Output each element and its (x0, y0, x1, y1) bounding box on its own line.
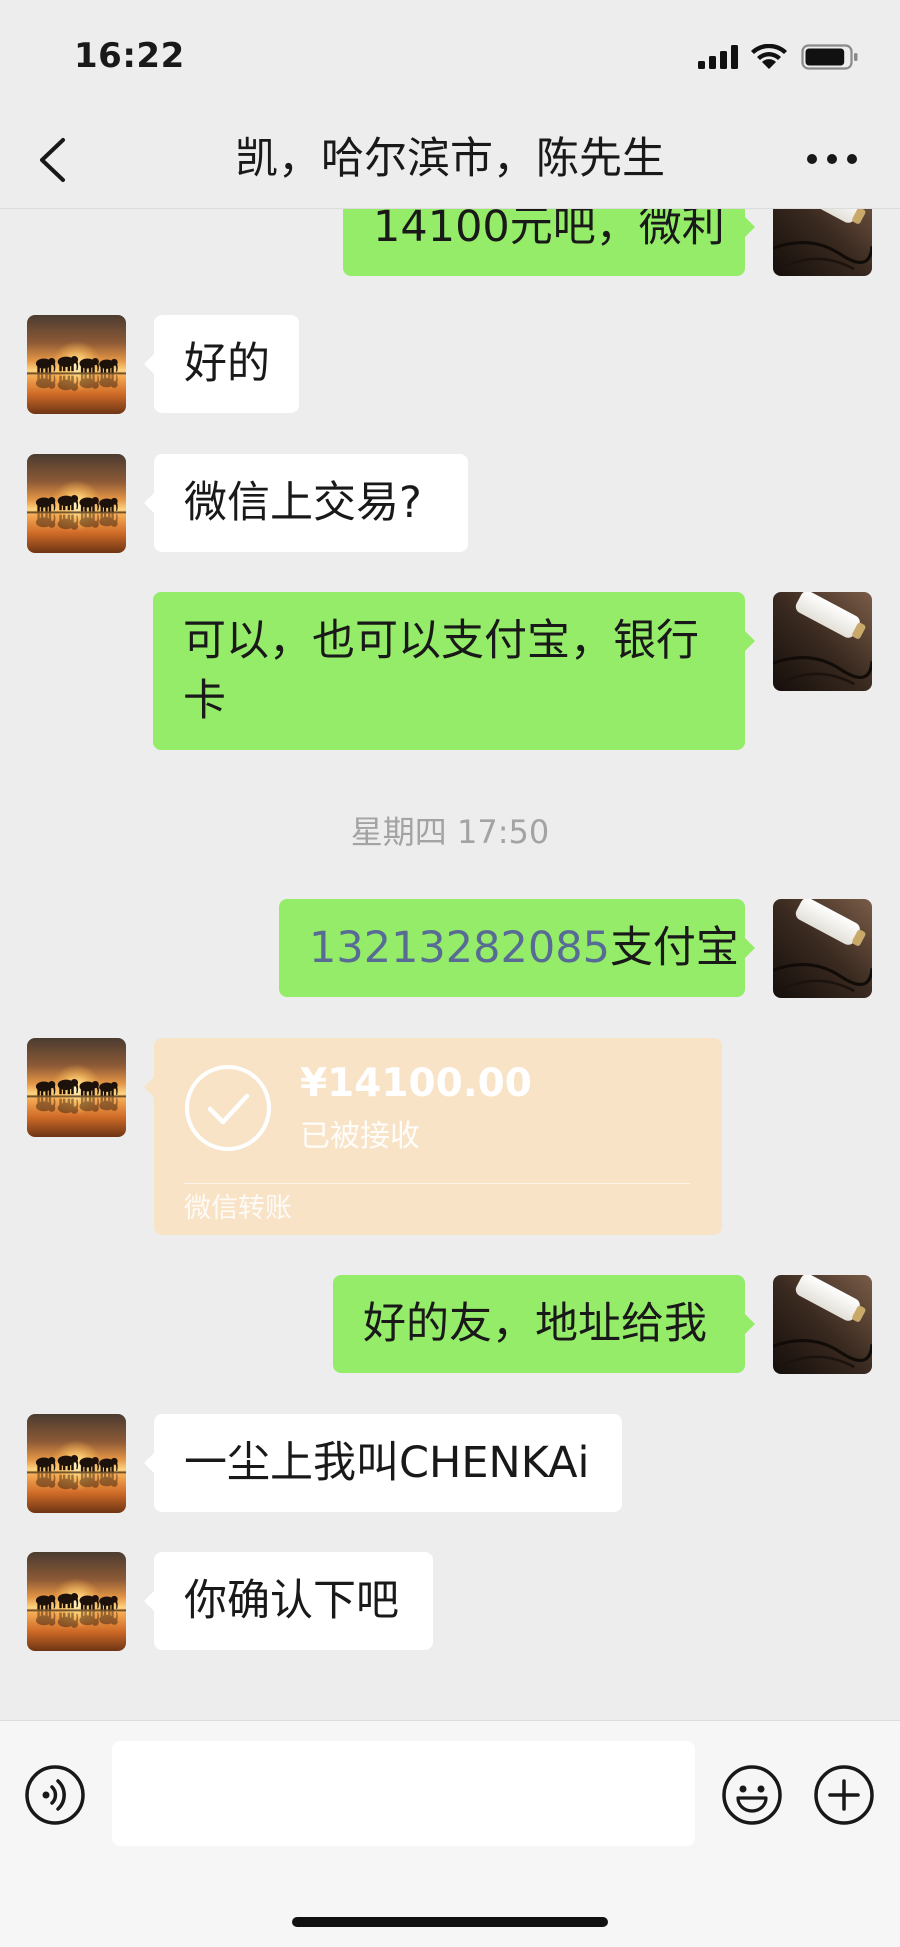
self-avatar[interactable] (773, 209, 872, 276)
signal-icon (698, 45, 738, 69)
input-bar (0, 1720, 900, 1947)
message-bubble-outgoing[interactable]: 可以，也可以支付宝，银行卡 (153, 592, 755, 750)
message-input[interactable] (112, 1741, 695, 1846)
self-avatar[interactable] (773, 1275, 872, 1374)
message-bubble-outgoing[interactable]: 13213282085 支付宝 (279, 899, 755, 997)
transfer-amount: ¥14100.00 (300, 1061, 532, 1106)
more-dots-icon[interactable] (800, 146, 864, 172)
transfer-label: 微信转账 (184, 1193, 292, 1224)
emoji-icon[interactable] (721, 1764, 783, 1826)
chat-area[interactable]: 14100元吧，微利 好的 微信上交易? 可以，也可以支付宝，银行卡 星期四 1… (0, 209, 900, 1720)
message-text: 你确认下吧 (184, 1576, 399, 1626)
elephants-sunset-avatar-image (27, 454, 126, 553)
jade-pendant-avatar-image (773, 899, 872, 998)
contact-avatar[interactable] (27, 1552, 126, 1651)
message-text: 微信上交易? (184, 478, 422, 528)
transfer-card[interactable]: ¥14100.00 已被接收 微信转账 (144, 1038, 722, 1235)
message-text: 可以，也可以支付宝，银行卡 (183, 616, 699, 726)
jade-pendant-avatar-image (773, 209, 872, 276)
battery-fill (805, 48, 845, 66)
elephants-sunset-avatar-image (27, 1038, 126, 1137)
message-text: 一尘上我叫CHENKAi (184, 1438, 590, 1488)
voice-icon[interactable] (24, 1764, 86, 1826)
message-bubble-outgoing[interactable]: 好的友，地址给我 (333, 1275, 755, 1373)
wifi-icon (751, 44, 787, 69)
contact-avatar[interactable] (27, 1038, 126, 1137)
message-bubble-outgoing[interactable]: 14100元吧，微利 (343, 209, 755, 276)
plus-icon[interactable] (813, 1764, 875, 1826)
message-bubble-incoming[interactable]: 好的 (144, 315, 299, 413)
elephants-sunset-avatar-image (27, 1552, 126, 1651)
time-divider: 星期四 17:50 (350, 813, 550, 851)
status-time: 16:22 (74, 36, 185, 76)
transfer-status: 已被接收 (300, 1119, 420, 1154)
message-text: 好的 (184, 339, 270, 389)
check-circle-icon (185, 1065, 271, 1151)
message-text: 14100元吧，微利 (373, 209, 725, 252)
phone-number-link[interactable]: 13213282085 (309, 918, 610, 978)
elephants-sunset-avatar-image (27, 1414, 126, 1513)
contact-avatar[interactable] (27, 315, 126, 414)
contact-avatar[interactable] (27, 1414, 126, 1513)
home-indicator (292, 1917, 608, 1927)
self-avatar[interactable] (773, 592, 872, 691)
contact-avatar[interactable] (27, 454, 126, 553)
message-text: 好的友，地址给我 (363, 1299, 707, 1349)
battery-icon (801, 44, 858, 70)
self-avatar[interactable] (773, 899, 872, 998)
jade-pendant-avatar-image (773, 1275, 872, 1374)
chat-title: 凯，哈尔滨市，陈先生 (235, 134, 665, 184)
transfer-divider (184, 1183, 690, 1184)
message-bubble-incoming[interactable]: 你确认下吧 (144, 1552, 433, 1650)
elephants-sunset-avatar-image (27, 315, 126, 414)
jade-pendant-avatar-image (773, 592, 872, 691)
message-bubble-incoming[interactable]: 一尘上我叫CHENKAi (144, 1414, 622, 1512)
message-text: 支付宝 (609, 923, 739, 973)
message-bubble-incoming[interactable]: 微信上交易? (144, 454, 468, 552)
